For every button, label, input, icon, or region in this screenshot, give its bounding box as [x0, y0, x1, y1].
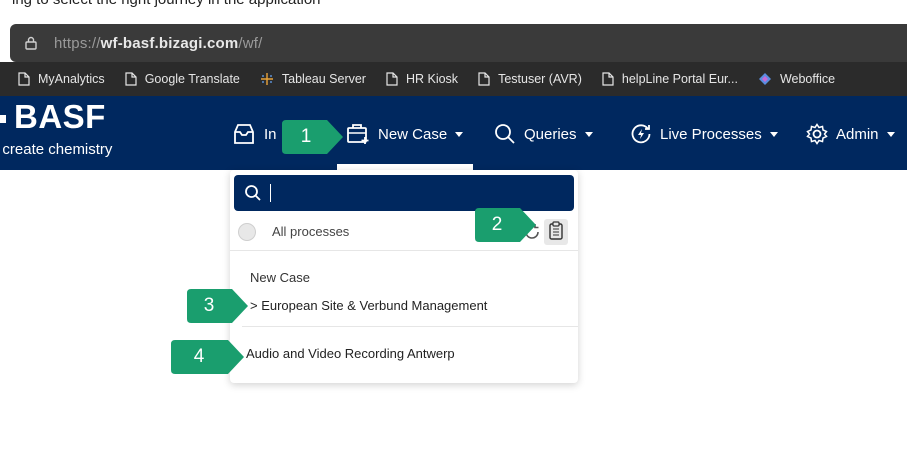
- process-group-label: New Case: [250, 270, 310, 285]
- app-header: BASF We create chemistry In New Case: [0, 96, 907, 170]
- callout-1: 1: [281, 117, 343, 159]
- chevron-down-icon: [455, 131, 464, 137]
- page-icon: [602, 72, 614, 86]
- search-icon: [245, 185, 261, 201]
- new-case-dropdown: All processes New Case > European Site &…: [230, 170, 578, 383]
- callout-2: 2: [474, 205, 536, 247]
- callout-3: 3: [186, 286, 248, 328]
- document-text: ing to select the right journey in the a…: [0, 0, 907, 9]
- callout-number: 3: [203, 295, 215, 316]
- nav-admin[interactable]: Admin: [806, 114, 895, 154]
- callout-number: 4: [193, 346, 205, 367]
- callout-number: 1: [300, 126, 312, 147]
- process-item-european-site[interactable]: > European Site & Verbund Management: [250, 298, 487, 313]
- search-icon: [495, 124, 515, 144]
- inbox-icon: [234, 124, 254, 144]
- url-text[interactable]: https://wf-basf.bizagi.com/wf/: [54, 35, 263, 52]
- lock-icon: [25, 36, 37, 50]
- nav-live-processes[interactable]: Live Processes: [630, 114, 778, 154]
- brand-tagline: We create chemistry: [0, 141, 113, 158]
- bookmark-google-translate[interactable]: Google Translate: [125, 72, 240, 86]
- page-icon: [125, 72, 137, 86]
- page-icon: [478, 72, 490, 86]
- tableau-icon: [260, 73, 273, 85]
- bookmark-myanalytics[interactable]: MyAnalytics: [18, 72, 105, 86]
- gear-icon: [806, 123, 828, 145]
- browser-address-bar[interactable]: https://wf-basf.bizagi.com/wf/: [10, 24, 907, 62]
- process-item-audio-video[interactable]: Audio and Video Recording Antwerp: [246, 346, 455, 361]
- page-icon: [386, 72, 398, 86]
- bookmark-hr-kiosk[interactable]: HR Kiosk: [386, 72, 458, 86]
- separator: [242, 326, 578, 327]
- page-icon: [18, 72, 30, 86]
- bookmarks-bar: MyAnalytics Google Translate Tableau Ser…: [0, 62, 907, 96]
- callout-number: 2: [491, 214, 503, 235]
- all-processes-label: All processes: [272, 224, 350, 239]
- nav-queries[interactable]: Queries: [494, 114, 593, 154]
- chevron-down-icon: [886, 131, 895, 137]
- new-case-icon: [347, 124, 369, 144]
- chevron-down-icon: [769, 131, 778, 137]
- live-processes-icon: [631, 124, 651, 144]
- clipboard-icon: [549, 221, 563, 240]
- nav-new-case[interactable]: New Case: [346, 114, 464, 154]
- screenshot-root: ing to select the right journey in the a…: [0, 0, 907, 455]
- clipboard-button[interactable]: [544, 219, 568, 245]
- all-processes-toggle[interactable]: [238, 223, 256, 241]
- callout-4: 4: [170, 337, 244, 379]
- bookmark-helpline-portal[interactable]: helpLine Portal Eur...: [602, 72, 738, 86]
- text-cursor: [270, 184, 271, 202]
- weboffice-icon: [758, 73, 771, 85]
- process-search-input[interactable]: [270, 181, 570, 205]
- nav-inbox[interactable]: In: [232, 114, 277, 154]
- bookmark-testuser[interactable]: Testuser (AVR): [478, 72, 582, 86]
- chevron-down-icon: [584, 131, 593, 137]
- brand-name: BASF: [14, 98, 106, 135]
- bookmark-weboffice[interactable]: Weboffice: [758, 72, 835, 86]
- bookmark-tableau-server[interactable]: Tableau Server: [260, 72, 366, 86]
- logo-square-icon: [0, 115, 6, 123]
- separator: [230, 250, 578, 251]
